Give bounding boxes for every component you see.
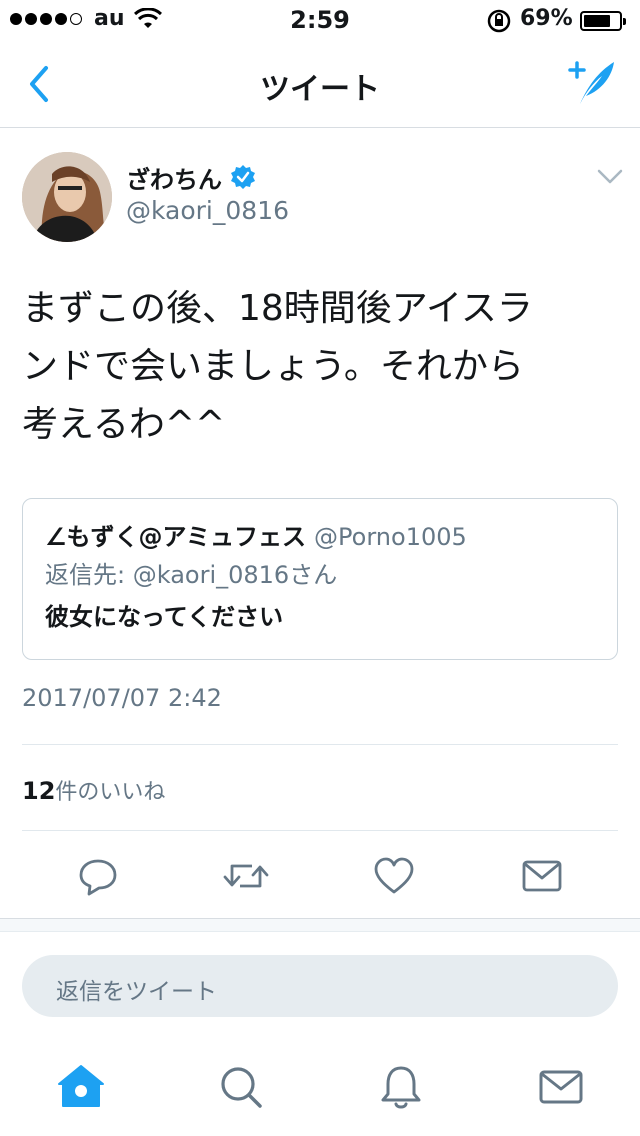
quoted-tweet[interactable]: ∠もずく@アミュフェス @Porno1005 返信先: @kaori_0816さん… — [22, 498, 618, 660]
tab-messages[interactable] — [536, 1062, 586, 1112]
like-button[interactable] — [372, 854, 416, 898]
compose-tweet-icon — [568, 61, 614, 104]
tweet-text-line: ンドで会いましょう。それから — [22, 346, 524, 387]
home-icon — [58, 1065, 104, 1107]
reply-input[interactable]: 返信をツイート — [22, 955, 618, 1017]
tab-notifications[interactable] — [376, 1062, 426, 1112]
notifications-icon — [381, 1066, 421, 1109]
likes-count: 12 — [22, 777, 56, 805]
verified-badge-icon — [231, 165, 255, 189]
author-display-name[interactable]: ざわちん — [126, 160, 222, 195]
likes-summary[interactable]: 12件のいいね — [22, 774, 165, 806]
message-icon — [522, 860, 562, 892]
tweet-text-line: 考えるわ^^ — [22, 404, 226, 445]
battery-percentage: 69% — [520, 6, 573, 31]
rotation-lock-icon — [487, 9, 511, 33]
compose-tweet-button[interactable] — [562, 56, 622, 112]
chevron-down-icon[interactable] — [596, 168, 624, 186]
author-handle[interactable]: @kaori_0816 — [126, 196, 289, 225]
avatar[interactable] — [22, 152, 112, 242]
page-title: ツイート — [260, 72, 380, 107]
quoted-author-handle: @Porno1005 — [314, 523, 467, 551]
messages-icon — [539, 1070, 583, 1104]
tab-bar — [0, 1042, 640, 1136]
direct-message-button[interactable] — [520, 854, 564, 898]
search-icon — [221, 1067, 262, 1108]
divider — [22, 744, 618, 745]
tweet-timestamp: 2017/07/07 2:42 — [22, 684, 222, 712]
tab-search[interactable] — [216, 1062, 266, 1112]
quoted-tweet-text: 彼女になってください — [45, 603, 284, 631]
status-bar: au 2:59 69% — [0, 0, 640, 40]
quoted-tweet-author: ∠もずく@アミュフェス @Porno1005 — [45, 517, 467, 552]
tab-home[interactable] — [56, 1062, 106, 1112]
reply-button[interactable] — [76, 854, 120, 898]
retweet-icon — [223, 864, 269, 888]
tweet-actions — [0, 846, 640, 906]
tweet-text-line: まずこの後、18時間後アイスラ — [22, 288, 533, 329]
like-icon — [374, 857, 414, 894]
reply-input-placeholder: 返信をツイート — [56, 979, 217, 1005]
navigation-bar: ツイート — [0, 40, 640, 128]
likes-label: 件のいいね — [55, 780, 166, 805]
section-divider — [0, 918, 640, 932]
divider — [22, 830, 618, 831]
quoted-reply-to: 返信先: @kaori_0816さん — [45, 561, 338, 589]
tweet-text: まずこの後、18時間後アイスラ ンドで会いましょう。それから 考えるわ^^ — [22, 280, 622, 454]
retweet-button[interactable] — [222, 854, 269, 898]
battery-icon — [580, 11, 626, 31]
reply-icon — [79, 859, 117, 896]
tweet-header: ざわちん @kaori_0816 — [0, 128, 640, 248]
quoted-author-name: ∠もずく@アミュフェス — [45, 523, 307, 551]
